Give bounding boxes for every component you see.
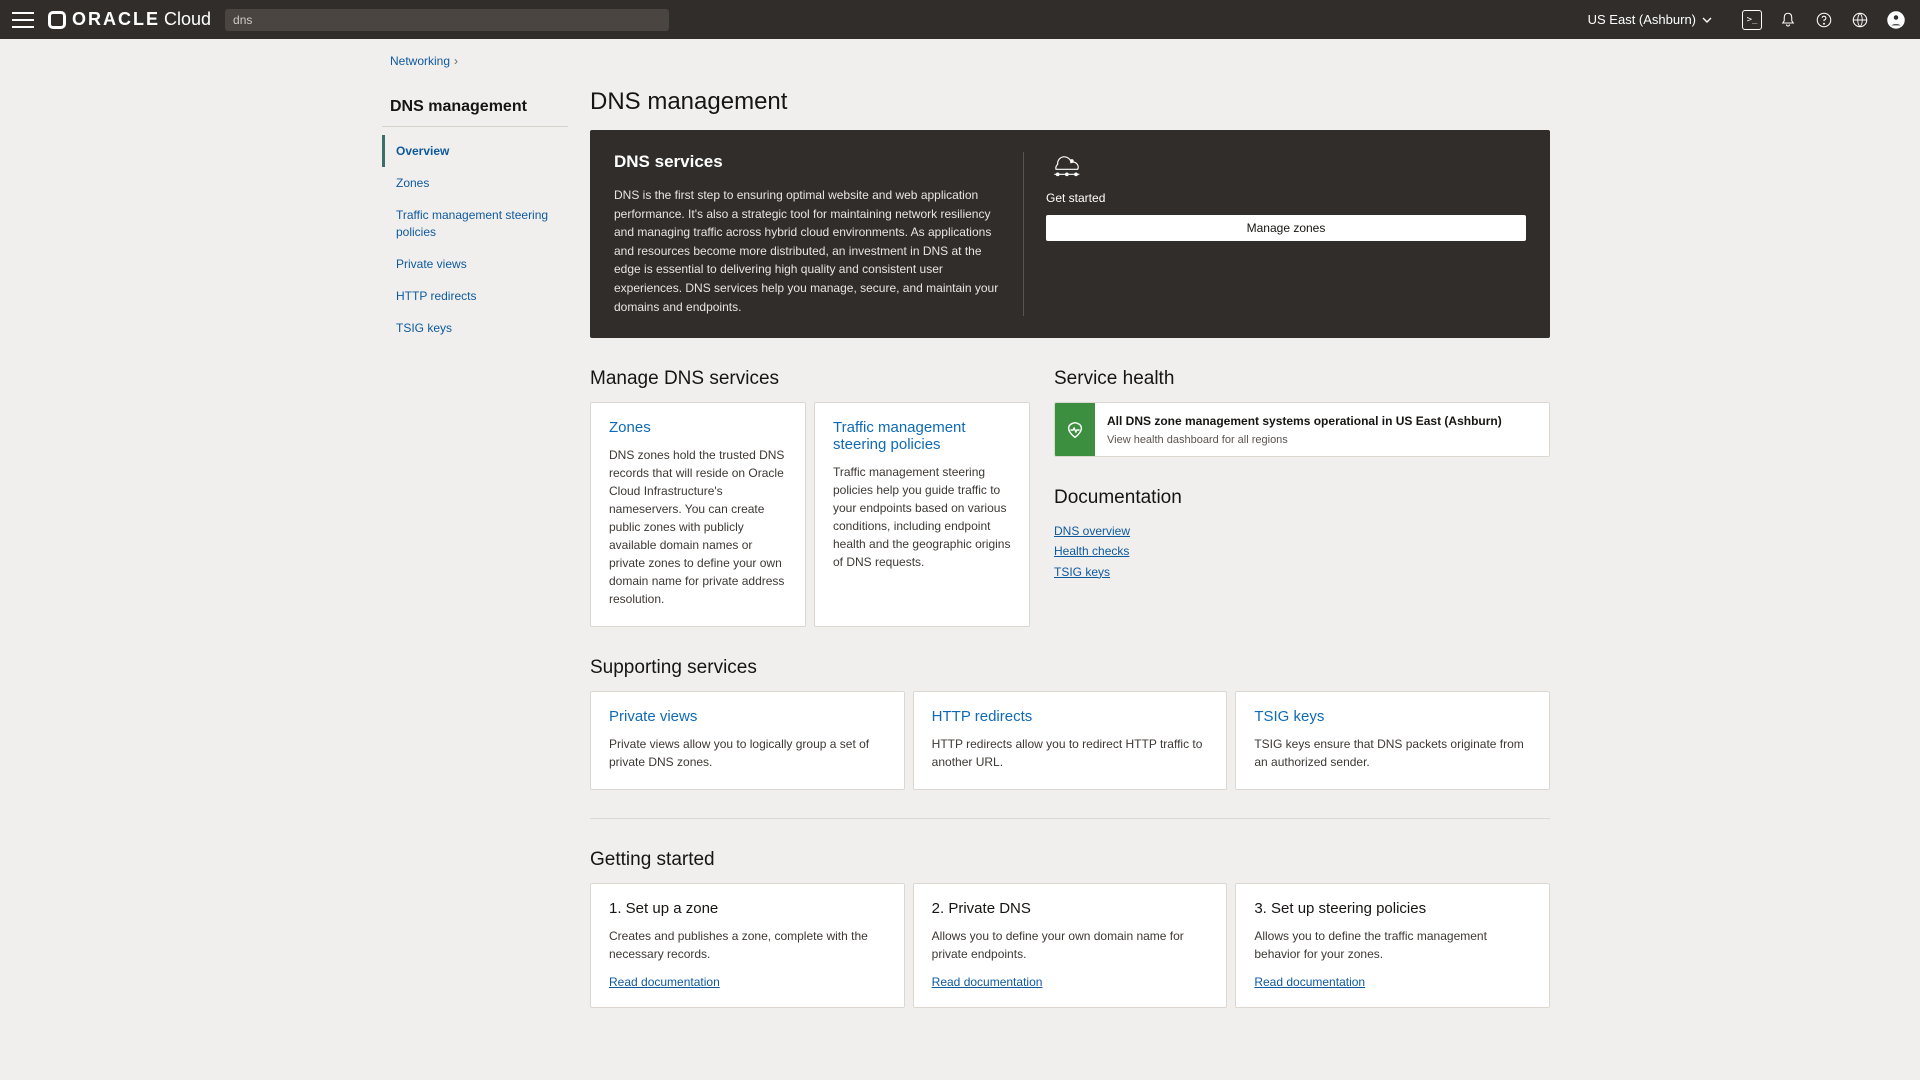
sidebar-item-overview[interactable]: Overview [382,135,568,167]
doc-links: DNS overview Health checks TSIG keys [1054,521,1550,582]
cloud-network-icon [1046,152,1086,180]
sidebar: DNS management Overview Zones Traffic ma… [382,86,568,1008]
region-label: US East (Ashburn) [1588,12,1696,27]
help-icon[interactable] [1814,10,1834,30]
card-steering-desc: Traffic management steering policies hel… [833,463,1011,571]
brand-cloud: Cloud [164,9,211,30]
page-title: DNS management [590,88,1550,116]
getting-started-heading: Getting started [590,849,1550,871]
gs-card-3-title: 3. Set up steering policies [1254,900,1531,917]
card-tsig-desc: TSIG keys ensure that DNS packets origin… [1254,735,1531,771]
sidebar-item-http-redirects[interactable]: HTTP redirects [382,280,568,312]
topbar: ORACLE Cloud US East (Ashburn) >_ [0,0,1920,39]
card-private-views: Private views Private views allow you to… [590,691,905,790]
hero-body: DNS is the first step to ensuring optima… [614,186,999,316]
health-heading: Service health [1054,368,1550,390]
notifications-icon[interactable] [1778,10,1798,30]
divider [590,818,1550,819]
main-content: DNS management DNS services DNS is the f… [590,86,1550,1008]
menu-button[interactable] [12,12,34,28]
hero-title: DNS services [614,152,999,172]
search-box[interactable] [225,9,669,31]
health-ok-icon [1055,403,1095,456]
card-http-redirects-link[interactable]: HTTP redirects [932,708,1033,725]
oracle-logo-icon [48,11,66,29]
supporting-heading: Supporting services [590,657,1550,679]
gs-card-1-desc: Creates and publishes a zone, complete w… [609,927,886,963]
gs-card-1: 1. Set up a zone Creates and publishes a… [590,883,905,1008]
gs-card-3-desc: Allows you to define the traffic managem… [1254,927,1531,963]
topbar-icons: >_ [1742,10,1906,30]
breadcrumb: Networking › [370,39,1550,68]
gs-card-2-title: 2. Private DNS [932,900,1209,917]
sidebar-item-zones[interactable]: Zones [382,167,568,199]
manage-heading: Manage DNS services [590,368,1030,390]
gs-card-1-link[interactable]: Read documentation [609,975,720,989]
card-http-redirects: HTTP redirects HTTP redirects allow you … [913,691,1228,790]
manage-zones-button[interactable]: Manage zones [1046,215,1526,241]
brand[interactable]: ORACLE Cloud [48,9,211,30]
gs-card-3: 3. Set up steering policies Allows you t… [1235,883,1550,1008]
card-tsig-link[interactable]: TSIG keys [1254,708,1324,725]
sidebar-item-steering[interactable]: Traffic management steering policies [382,199,568,247]
card-private-views-link[interactable]: Private views [609,708,697,725]
search-input[interactable] [233,13,661,27]
globe-icon[interactable] [1850,10,1870,30]
gs-card-3-link[interactable]: Read documentation [1254,975,1365,989]
health-title: All DNS zone management systems operatio… [1107,413,1502,430]
card-http-redirects-desc: HTTP redirects allow you to redirect HTT… [932,735,1209,771]
card-steering: Traffic management steering policies Tra… [814,402,1030,627]
health-link[interactable]: View health dashboard for all regions [1107,434,1502,446]
sidebar-item-tsig[interactable]: TSIG keys [382,312,568,344]
breadcrumb-chevron-icon: › [454,54,458,68]
sidebar-item-private-views[interactable]: Private views [382,248,568,280]
card-zones: Zones DNS zones hold the trusted DNS rec… [590,402,806,627]
health-panel: All DNS zone management systems operatio… [1054,402,1550,457]
doc-link-healthchecks[interactable]: Health checks [1054,541,1550,561]
breadcrumb-parent[interactable]: Networking [390,54,450,68]
chevron-down-icon [1702,15,1712,25]
card-steering-link[interactable]: Traffic management steering policies [833,419,966,453]
gs-card-1-title: 1. Set up a zone [609,900,886,917]
gs-card-2-link[interactable]: Read documentation [932,975,1043,989]
sidebar-divider [382,126,568,127]
doc-link-overview[interactable]: DNS overview [1054,521,1550,541]
card-tsig: TSIG keys TSIG keys ensure that DNS pack… [1235,691,1550,790]
gs-card-2: 2. Private DNS Allows you to define your… [913,883,1228,1008]
sidebar-title: DNS management [390,98,568,116]
profile-icon[interactable] [1886,10,1906,30]
get-started-label: Get started [1046,191,1526,205]
documentation-heading: Documentation [1054,487,1550,509]
brand-oracle: ORACLE [72,9,160,30]
hero-card: DNS services DNS is the first step to en… [590,130,1550,338]
card-private-views-desc: Private views allow you to logically gro… [609,735,886,771]
region-selector[interactable]: US East (Ashburn) [1588,12,1712,27]
gs-card-2-desc: Allows you to define your own domain nam… [932,927,1209,963]
card-zones-desc: DNS zones hold the trusted DNS records t… [609,446,787,608]
card-zones-link[interactable]: Zones [609,419,651,436]
doc-link-tsig[interactable]: TSIG keys [1054,562,1550,582]
dev-tools-icon[interactable]: >_ [1742,10,1762,30]
